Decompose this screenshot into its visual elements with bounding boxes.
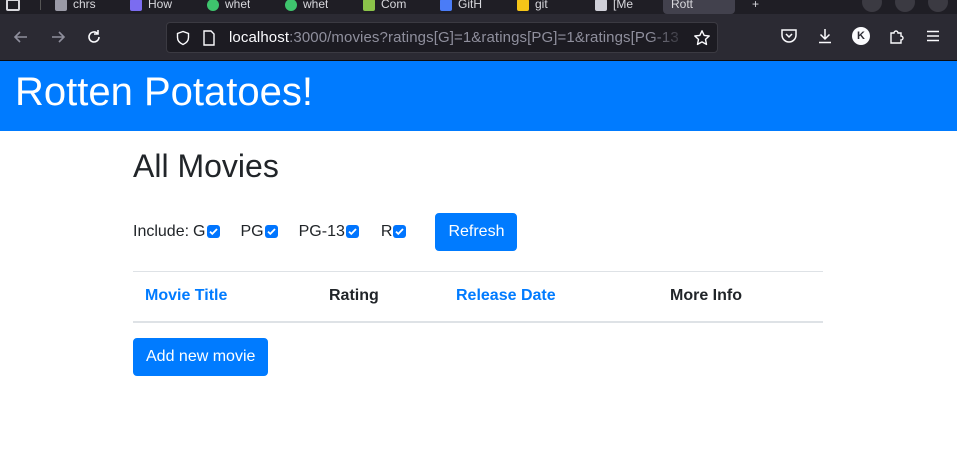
browser-tab[interactable]: How [130, 0, 172, 14]
close-window-icon[interactable] [928, 0, 948, 12]
browser-tab[interactable]: Com [363, 0, 406, 14]
back-icon[interactable] [8, 24, 34, 50]
tab-favicon-icon [207, 0, 219, 11]
extensions-icon[interactable] [886, 25, 908, 47]
checkmark-icon [266, 228, 276, 236]
downloads-icon[interactable] [814, 25, 836, 47]
browser-tab[interactable]: [Me [595, 0, 633, 14]
browser-navbar: localhost:3000/movies?ratings[G]=1&ratin… [0, 14, 957, 61]
add-new-movie-button[interactable]: Add new movie [133, 338, 269, 376]
account-avatar-icon[interactable]: K [850, 25, 872, 47]
column-header-release-date[interactable]: Release Date [444, 271, 658, 323]
rating-checkbox-g[interactable] [206, 225, 220, 238]
tab-favicon-icon [363, 0, 375, 11]
tab-favicon-icon [595, 0, 607, 11]
rating-label: R [380, 223, 393, 240]
bookmark-star-icon[interactable] [693, 29, 711, 52]
rating-checkbox-pg-13[interactable] [345, 225, 359, 238]
site-header: Rotten Potatoes! [0, 61, 957, 131]
rating-label: G [193, 223, 206, 240]
refresh-button[interactable]: Refresh [435, 213, 518, 251]
browser-tab[interactable]: git [517, 0, 548, 14]
new-tab-icon[interactable]: + [752, 0, 759, 14]
rating-label: PG [240, 223, 264, 240]
checkmark-icon [395, 228, 405, 236]
rating-checkbox-pg[interactable] [264, 225, 278, 238]
tab-favicon-icon [55, 0, 67, 11]
reload-icon[interactable] [81, 24, 107, 50]
rating-filter-pg-13: PG-13 [299, 223, 359, 241]
ratings-filter-form: Include: G PG PG-13 R Refresh [133, 213, 518, 251]
browser-tab[interactable]: whet [207, 0, 250, 14]
page-icon[interactable] [202, 30, 216, 51]
checkmark-icon [348, 228, 357, 236]
rating-label: PG-13 [298, 223, 345, 240]
browser-tab-strip: chrs How whet whet Com GitH git [Me Rott… [0, 0, 957, 14]
url-text[interactable]: localhost:3000/movies?ratings[G]=1&ratin… [229, 29, 679, 46]
shield-icon[interactable] [175, 30, 191, 51]
pocket-icon[interactable] [778, 25, 800, 47]
checkmark-icon [208, 228, 218, 236]
tab-favicon-icon [440, 0, 452, 11]
hamburger-menu-icon[interactable] [922, 25, 944, 47]
page-title: All Movies [133, 148, 279, 184]
url-path: :3000/movies?ratings[G]=1&ratings[PG]=1&… [289, 29, 679, 46]
rating-filter-r: R [381, 223, 407, 241]
browser-menu-icon[interactable] [6, 0, 26, 14]
column-header-title[interactable]: Movie Title [133, 271, 317, 323]
browser-tab-active[interactable]: Rott [663, 0, 735, 14]
table-header-row: Movie Title Rating Release Date More Inf… [133, 271, 823, 323]
tab-favicon-icon [517, 0, 529, 11]
movies-table: Movie Title Rating Release Date More Inf… [133, 271, 823, 323]
tab-favicon-icon [285, 0, 297, 11]
forward-icon[interactable] [45, 24, 71, 50]
sort-by-release-date-link[interactable]: Release Date [456, 287, 556, 304]
url-host: localhost [229, 29, 290, 46]
address-bar[interactable]: localhost:3000/movies?ratings[G]=1&ratin… [166, 22, 718, 53]
sort-by-title-link[interactable]: Movie Title [145, 287, 227, 304]
include-label: Include: [133, 223, 190, 240]
rating-filter-g: G [193, 223, 220, 241]
browser-tab[interactable]: whet [285, 0, 328, 14]
rating-checkbox-r[interactable] [393, 225, 407, 238]
column-header-rating: Rating [317, 271, 444, 323]
browser-tab[interactable]: GitH [440, 0, 482, 14]
browser-tab[interactable]: chrs [55, 0, 96, 14]
minimize-window-icon[interactable] [862, 0, 882, 12]
tab-favicon-icon [130, 0, 142, 11]
site-title: Rotten Potatoes! [15, 70, 313, 114]
maximize-window-icon[interactable] [895, 0, 915, 12]
column-header-more-info: More Info [658, 271, 823, 323]
rating-filter-pg: PG [241, 223, 278, 241]
